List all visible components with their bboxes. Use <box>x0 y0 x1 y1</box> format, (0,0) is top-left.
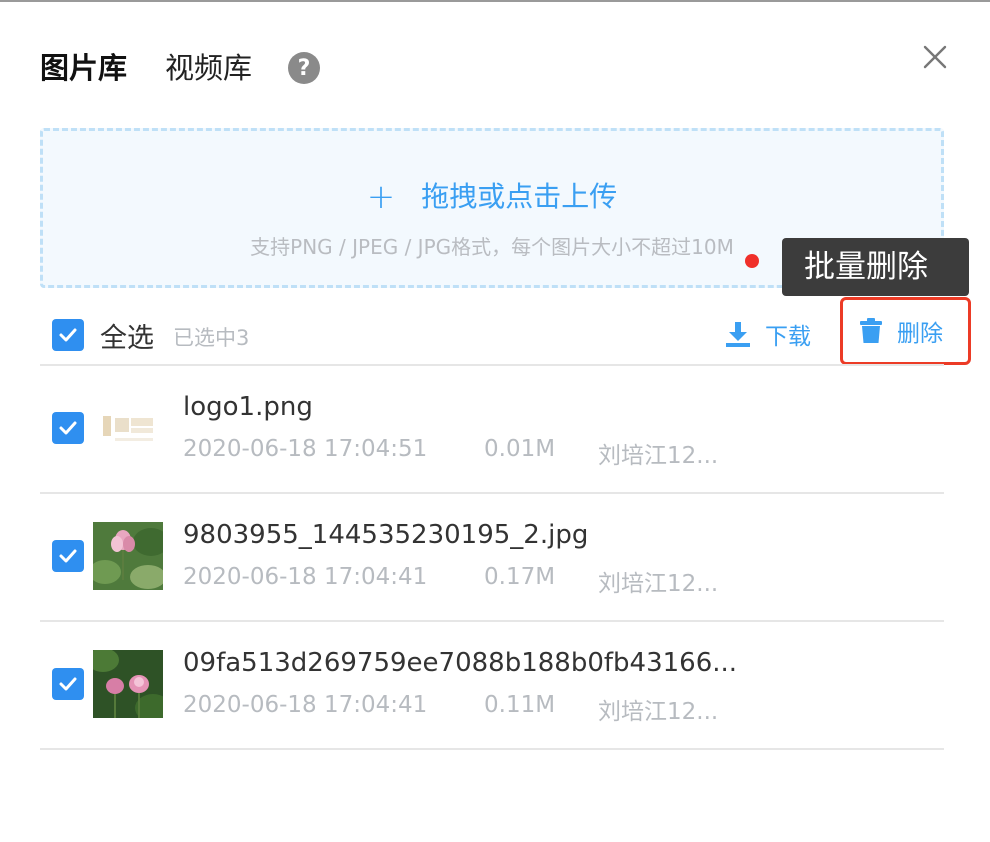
file-row[interactable]: logo1.png 2020-06-18 17:04:51 0.01M 刘培江1… <box>40 364 944 492</box>
file-owner: 刘培江12... <box>598 699 719 725</box>
library-tabs: 图片库 视频库 ? <box>40 48 321 88</box>
row-checkbox[interactable] <box>52 540 84 572</box>
select-all-label[interactable]: 全选 <box>100 316 154 355</box>
download-label: 下载 <box>765 324 811 350</box>
file-date: 2020-06-18 17:04:51 <box>183 436 428 462</box>
file-row[interactable]: 9803955_144535230195_2.jpg 2020-06-18 17… <box>40 492 944 620</box>
tab-image-library[interactable]: 图片库 <box>40 48 127 88</box>
selected-count: 已选中3 <box>173 326 250 350</box>
check-icon <box>59 421 77 435</box>
tooltip-marker-dot <box>745 254 759 268</box>
delete-button[interactable]: 删除 <box>840 297 971 365</box>
batch-delete-tooltip: 批量删除 <box>782 238 969 296</box>
delete-label: 删除 <box>897 321 943 347</box>
file-name: 9803955_144535230195_2.jpg <box>183 520 589 550</box>
file-date: 2020-06-18 17:04:41 <box>183 692 428 718</box>
download-button[interactable]: 下载 <box>725 316 811 352</box>
file-owner: 刘培江12... <box>598 571 719 597</box>
check-icon <box>59 328 77 342</box>
plus-icon: + <box>366 177 396 217</box>
file-size: 0.11M <box>484 692 556 718</box>
file-thumbnail-lotus <box>93 650 163 718</box>
row-checkbox[interactable] <box>52 668 84 700</box>
tab-video-library[interactable]: 视频库 <box>165 48 252 88</box>
help-icon[interactable]: ? <box>288 52 321 84</box>
file-thumbnail-lotus <box>93 522 163 590</box>
upload-title: + 拖拽或点击上传 <box>43 175 941 217</box>
file-row[interactable]: 09fa513d269759ee7088b188b0fb43166... 202… <box>40 620 944 748</box>
selection-toolbar: 全选 已选中3 下载 删除 <box>40 297 971 365</box>
check-icon <box>59 677 77 691</box>
file-size: 0.01M <box>484 436 556 462</box>
file-owner: 刘培江12... <box>598 443 719 469</box>
file-thumbnail-logo <box>93 394 163 462</box>
file-name: logo1.png <box>183 392 313 422</box>
divider <box>40 748 944 750</box>
trash-icon <box>860 318 882 343</box>
row-checkbox[interactable] <box>52 412 84 444</box>
upload-title-text: 拖拽或点击上传 <box>421 180 618 213</box>
file-size: 0.17M <box>484 564 556 590</box>
select-all-checkbox[interactable] <box>52 319 84 351</box>
file-date: 2020-06-18 17:04:41 <box>183 564 428 590</box>
close-icon[interactable] <box>920 42 950 72</box>
download-icon <box>726 322 750 347</box>
backdrop-strip <box>0 0 990 2</box>
check-icon <box>59 549 77 563</box>
file-name: 09fa513d269759ee7088b188b0fb43166... <box>183 648 738 678</box>
